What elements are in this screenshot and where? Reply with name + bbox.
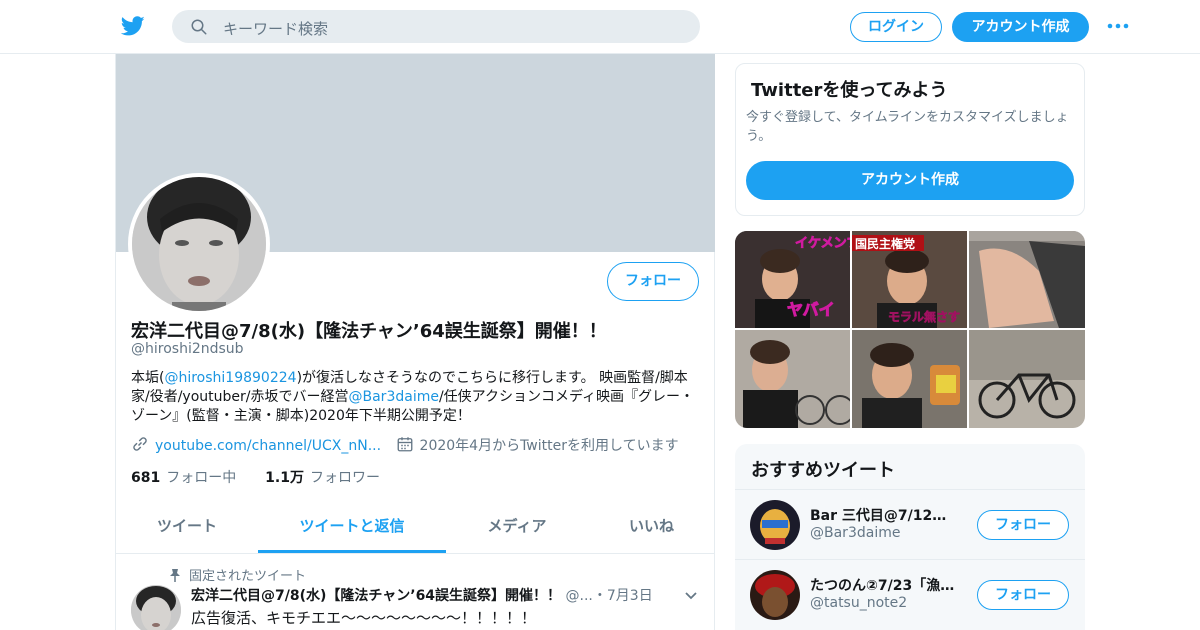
chevron-down-icon[interactable]: [684, 589, 698, 603]
media-thumbnail[interactable]: イケメンす ヤバイ: [735, 231, 850, 328]
recommended-handle[interactable]: @tatsu_note2: [810, 595, 907, 611]
thumb-overlay-text: ヤバイ: [787, 300, 835, 319]
profile-handle[interactable]: @hiroshi2ndsub: [131, 341, 244, 357]
bio-text: 本垢(: [131, 370, 165, 386]
following-stat[interactable]: 681 フォロー中: [131, 470, 236, 486]
profile-avatar[interactable]: [128, 173, 270, 315]
profile-column: フォロー 宏洋二代目@7/8(水)【隆法チャン’64誤生誕祭】開催！！ @hir…: [115, 54, 715, 630]
thumb-overlay-text: 国民主権党: [855, 236, 915, 251]
signup-card-button[interactable]: アカウント作成: [746, 161, 1074, 200]
media-grid: イケメンす ヤバイ 国民主権党 モラル無さす: [735, 231, 1085, 428]
tweet-date[interactable]: 7月3日: [607, 588, 653, 604]
media-thumbnail[interactable]: [852, 330, 967, 428]
pinned-indicator: 固定されたツイート: [169, 565, 306, 584]
search-icon: [191, 19, 207, 35]
profile-bio: 本垢(@hiroshi19890224)が復活しなさそうなのでこちらに移行します…: [131, 369, 701, 426]
signup-card-title: Twitterを使ってみよう: [751, 80, 948, 101]
bio-mention-link[interactable]: @hiroshi19890224: [164, 370, 296, 386]
tab-media[interactable]: メディア: [446, 502, 588, 553]
joined-date: 2020年4月からTwitterを利用しています: [396, 437, 679, 454]
follow-button[interactable]: フォロー: [607, 262, 699, 301]
recommended-accounts-card: おすすめツイート Bar 三代目@7/12ちゃんと... @Bar3daime …: [735, 444, 1085, 630]
login-button[interactable]: ログイン: [850, 12, 942, 42]
recommended-avatar[interactable]: [750, 500, 800, 550]
recommended-account-row[interactable]: たつのん②7/23「漁師の... @tatsu_note2 フォロー: [735, 559, 1085, 629]
profile-stats: 681 フォロー中 1.1万 フォロワー: [131, 467, 380, 487]
followers-label: フォロワー: [309, 470, 380, 486]
tweet-text: 広告復活、キモチエエ〜〜〜〜〜〜〜〜！！！！！: [191, 609, 537, 627]
media-thumbnail[interactable]: [735, 330, 850, 428]
signup-card-description: 今すぐ登録して、タイムラインをカスタマイズしましょう。: [746, 110, 1069, 144]
twitter-bird-logo-icon[interactable]: [120, 14, 146, 38]
tweet-header: 宏洋二代目@7/8(水)【隆法チャン’64誤生誕祭】開催！！ @...・7月3日: [191, 585, 671, 605]
tab-likes[interactable]: いいね: [588, 502, 715, 553]
recommended-avatar[interactable]: [750, 570, 800, 620]
profile-meta: youtube.com/channel/UCX_nN... 2020年4月からT…: [131, 435, 679, 455]
top-navigation-bar: キーワード検索 ログイン アカウント作成: [0, 0, 1200, 54]
bio-mention-link[interactable]: @Bar3daime: [349, 389, 439, 405]
pin-icon: [170, 569, 180, 582]
recommended-handle[interactable]: @Bar3daime: [810, 525, 900, 541]
pinned-label: 固定されたツイート: [189, 569, 307, 584]
following-count: 681: [131, 470, 161, 486]
search-placeholder: キーワード検索: [223, 20, 329, 38]
signup-button[interactable]: アカウント作成: [952, 12, 1089, 42]
recommended-name[interactable]: Bar 三代目@7/12ちゃんと...: [810, 505, 960, 525]
tweet-author-name[interactable]: 宏洋二代目@7/8(水)【隆法チャン’64誤生誕祭】開催！！: [191, 588, 561, 604]
signup-promo-card: Twitterを使ってみよう 今すぐ登録して、タイムラインをカスタマイズしましょ…: [735, 63, 1085, 216]
profile-website-link[interactable]: youtube.com/channel/UCX_nN...: [155, 438, 381, 454]
tab-tweets[interactable]: ツイート: [116, 502, 258, 553]
tweet-author-avatar[interactable]: [131, 585, 181, 630]
tweet-separator: ・: [592, 588, 607, 604]
recommended-follow-button[interactable]: フォロー: [977, 580, 1069, 610]
media-thumbnail[interactable]: [969, 330, 1085, 428]
profile-tabs: ツイート ツイートと返信 メディア いいね: [116, 502, 715, 554]
thumb-overlay-text: イケメンす: [795, 236, 850, 251]
thumb-overlay-text: モラル無さす: [888, 309, 960, 324]
recommended-follow-button[interactable]: フォロー: [977, 510, 1069, 540]
joined-text: 2020年4月からTwitterを利用しています: [419, 438, 679, 454]
recommended-account-row[interactable]: Bar 三代目@7/12ちゃんと... @Bar3daime フォロー: [735, 489, 1085, 559]
followers-count: 1.1万: [265, 470, 304, 486]
media-thumbnail[interactable]: 国民主権党 モラル無さす: [852, 231, 967, 328]
search-box[interactable]: キーワード検索: [172, 10, 700, 43]
pinned-tweet[interactable]: 固定されたツイート 宏洋二代目@7/8(水)【隆法チャン’64誤生誕祭】開催！！…: [116, 555, 715, 630]
recommended-name[interactable]: たつのん②7/23「漁師の...: [810, 575, 960, 595]
tweet-author-handle[interactable]: @...: [566, 588, 593, 604]
tab-tweets-and-replies[interactable]: ツイートと返信: [258, 502, 446, 553]
profile-name: 宏洋二代目@7/8(水)【隆法チャン’64誤生誕祭】開催！！: [131, 321, 607, 342]
calendar-icon: [397, 437, 412, 452]
link-icon: [133, 437, 147, 451]
recommended-title: おすすめツイート: [751, 460, 895, 481]
media-thumbnail[interactable]: [969, 231, 1085, 328]
more-options-icon[interactable]: [1106, 16, 1130, 36]
following-label: フォロー中: [166, 470, 237, 486]
followers-stat[interactable]: 1.1万 フォロワー: [265, 470, 380, 486]
